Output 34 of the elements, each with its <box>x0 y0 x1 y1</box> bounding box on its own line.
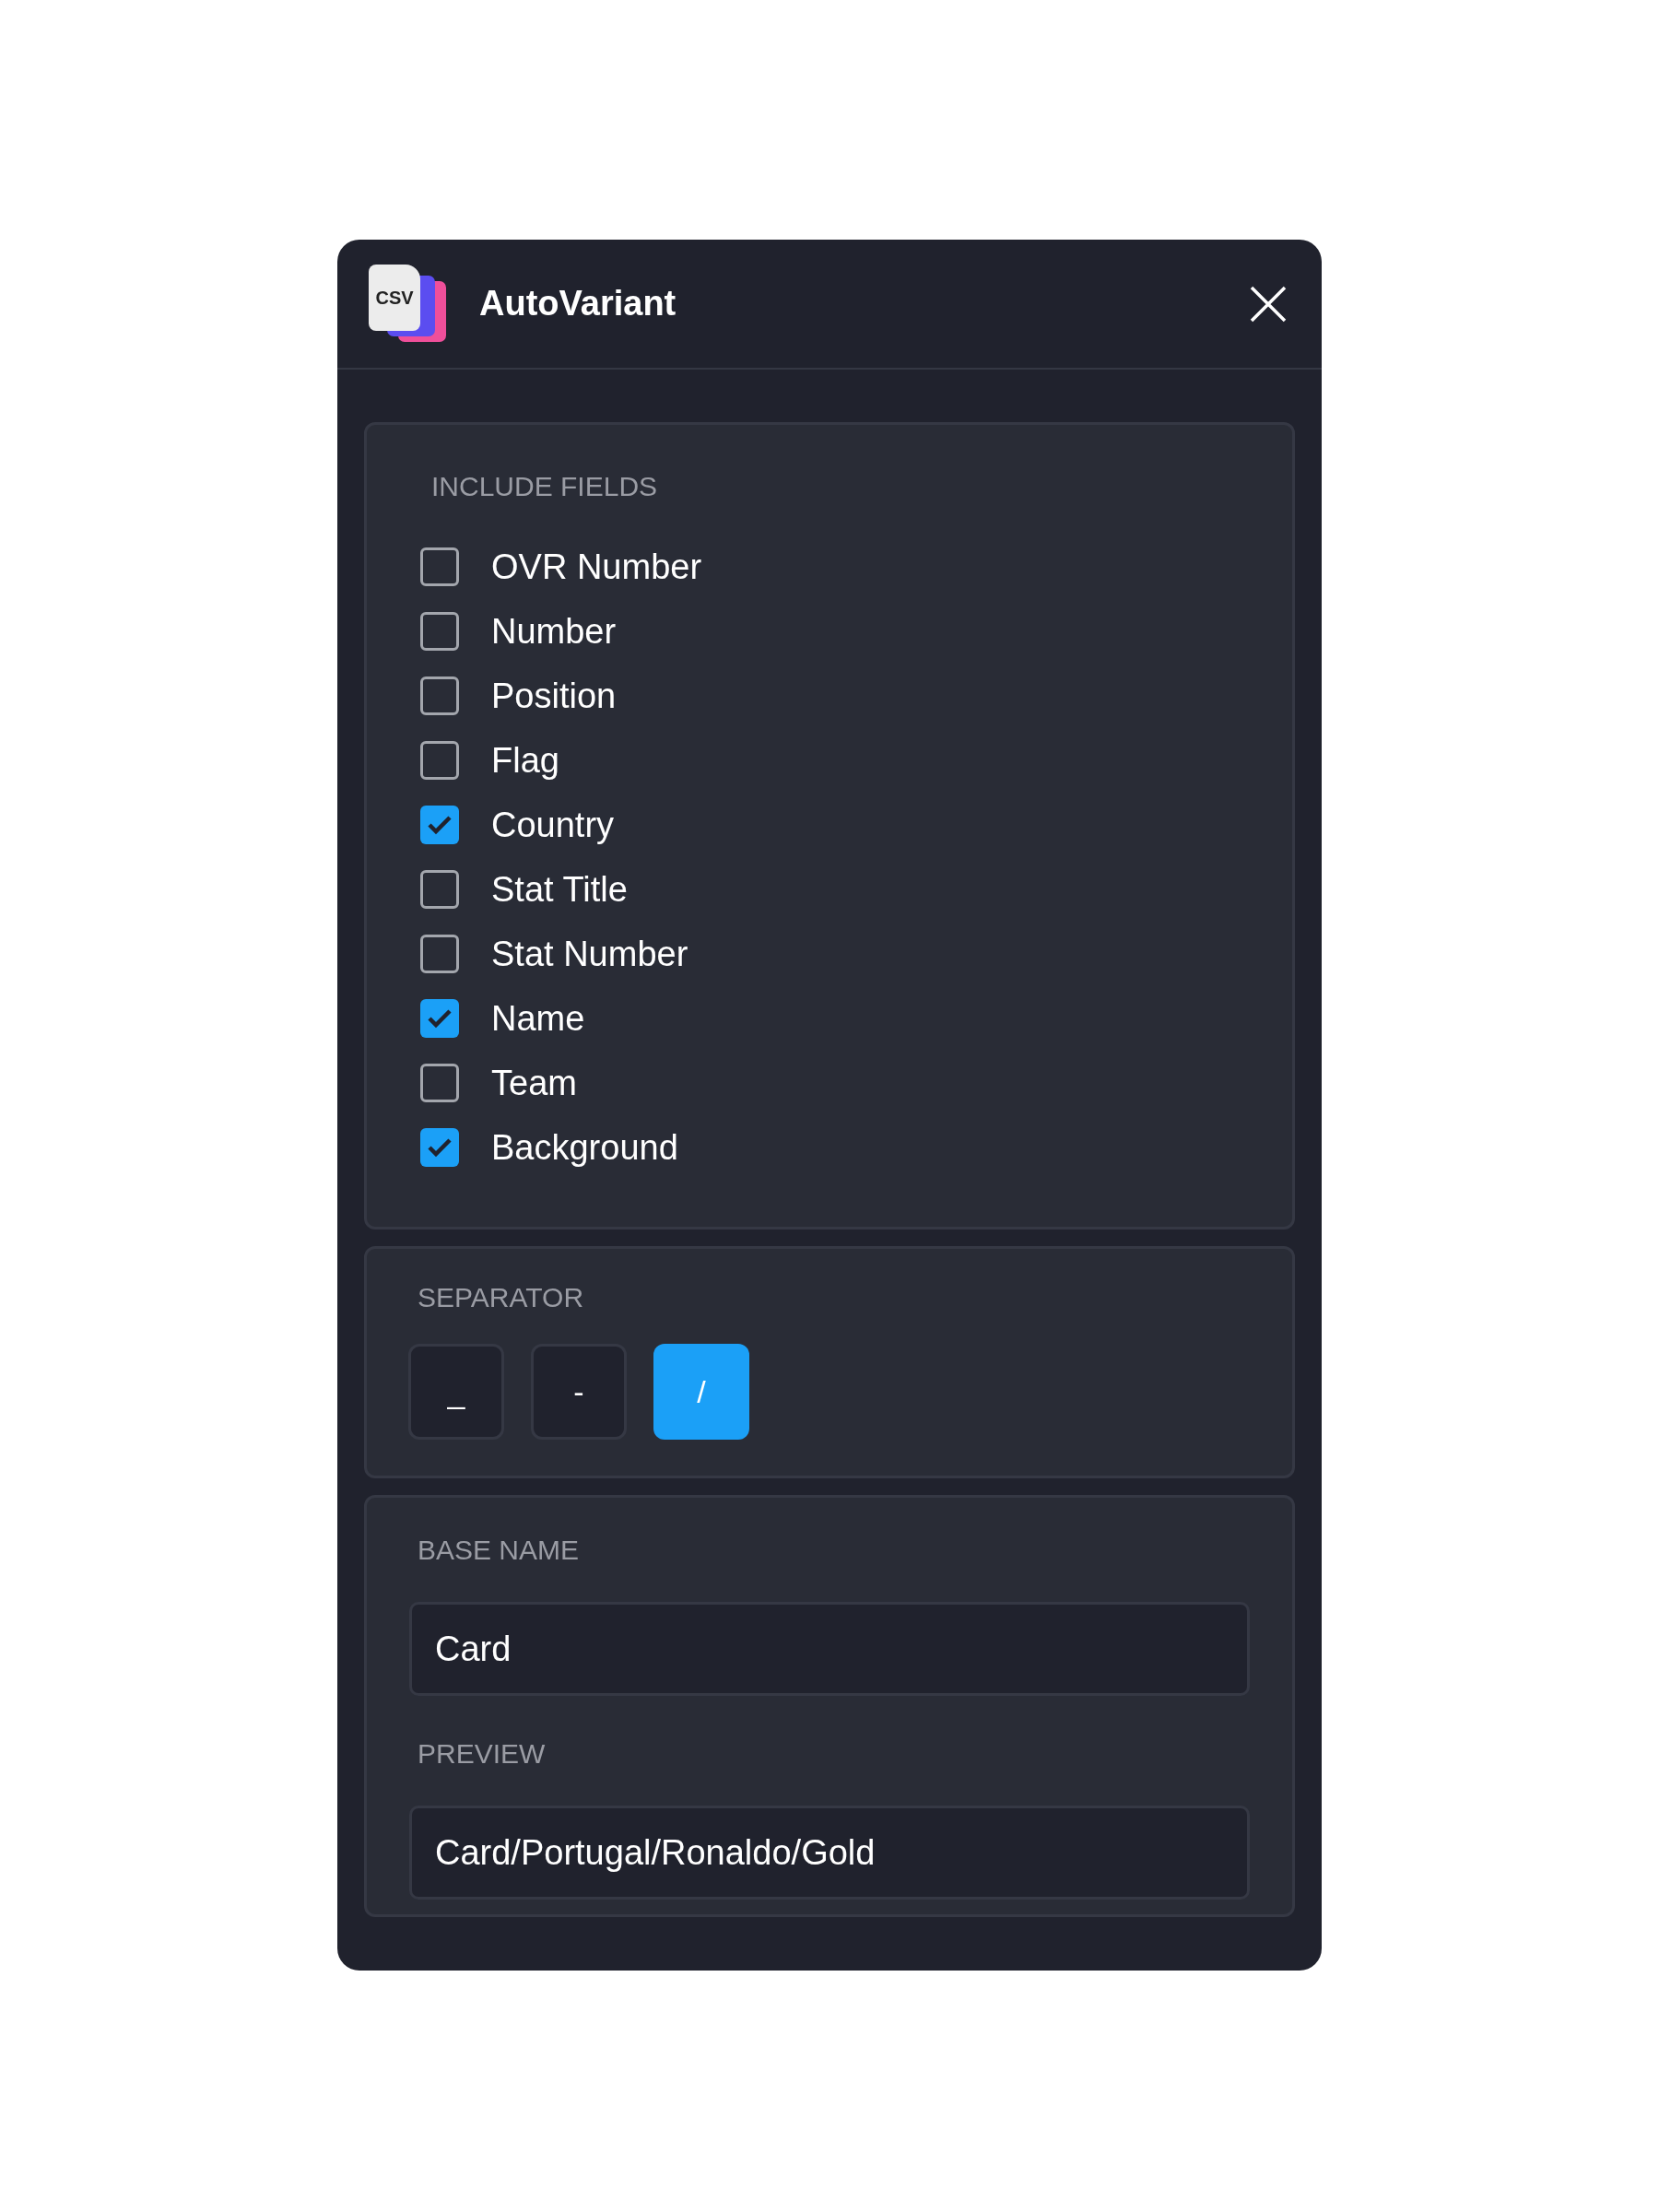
section-label: BASE NAME <box>418 1534 581 1567</box>
window-title: AutoVariant <box>479 283 677 324</box>
separator-option[interactable]: - <box>531 1344 627 1440</box>
section-label: PREVIEW <box>418 1737 547 1771</box>
checkbox[interactable] <box>420 870 459 909</box>
section-label: SEPARATOR <box>418 1281 585 1314</box>
close-icon <box>1250 285 1287 323</box>
field-label: Stat Number <box>491 933 688 975</box>
check-icon <box>427 1137 453 1158</box>
checkbox[interactable] <box>420 806 459 844</box>
checkbox[interactable] <box>420 547 459 586</box>
checkbox[interactable] <box>420 612 459 651</box>
section-label: INCLUDE FIELDS <box>431 470 659 503</box>
checkbox[interactable] <box>420 935 459 973</box>
checkbox[interactable] <box>420 741 459 780</box>
field-label: Team <box>491 1062 577 1104</box>
checkbox[interactable] <box>420 1128 459 1167</box>
field-label: Background <box>491 1126 678 1169</box>
field-label: Country <box>491 804 615 846</box>
check-icon <box>427 1008 453 1029</box>
checkbox[interactable] <box>420 677 459 715</box>
checkbox[interactable] <box>420 1064 459 1102</box>
separator-option[interactable]: _ <box>408 1344 504 1440</box>
csv-file-icon: CSV <box>369 264 420 331</box>
field-label: Stat Title <box>491 868 628 911</box>
field-label: Position <box>491 675 617 717</box>
base-name-field[interactable]: Card <box>409 1602 1250 1696</box>
check-icon <box>427 815 453 835</box>
preview-field[interactable]: Card/Portugal/Ronaldo/Gold <box>409 1806 1250 1900</box>
field-label: Name <box>491 997 585 1040</box>
field-label: OVR Number <box>491 546 702 588</box>
field-label: Number <box>491 610 617 653</box>
field-label: Flag <box>491 739 559 782</box>
checkbox[interactable] <box>420 999 459 1038</box>
